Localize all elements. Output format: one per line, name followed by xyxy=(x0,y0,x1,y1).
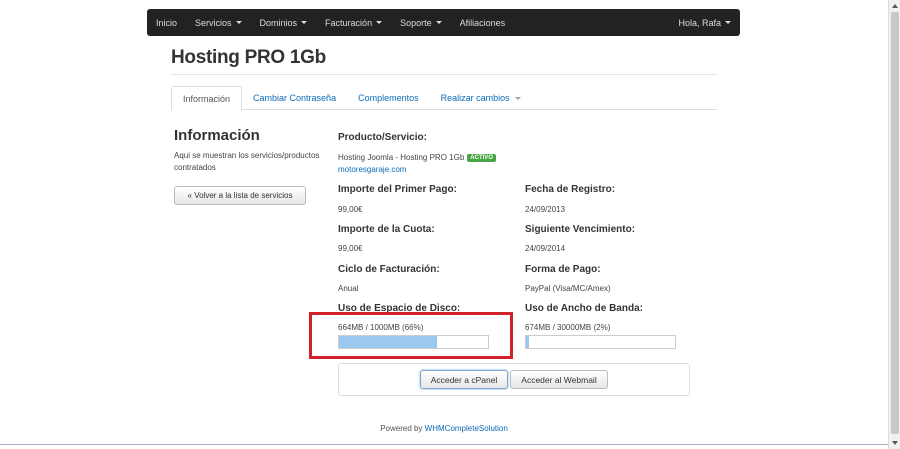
first-payment-label: Importe del Primer Pago: xyxy=(338,184,457,195)
bandwidth-usage-fill xyxy=(526,336,529,348)
nav-item-label: Inicio xyxy=(156,17,178,28)
registration-value: 24/09/2013 xyxy=(525,205,566,214)
nav-item-label: Dominios xyxy=(259,17,298,28)
sidebar-title: Información xyxy=(174,127,260,144)
nav-item-label: Servicios xyxy=(195,17,232,28)
tab-label: Complementos xyxy=(358,93,419,103)
nav-item-servicios[interactable]: Servicios xyxy=(186,9,251,36)
user-greeting: Hola, Rafa xyxy=(678,17,721,28)
vertical-scrollbar[interactable] xyxy=(888,0,900,449)
scroll-down-icon[interactable] xyxy=(889,437,900,448)
top-navbar: Inicio Servicios Dominios Facturación So… xyxy=(147,9,740,36)
access-cpanel-button[interactable]: Acceder a cPanel xyxy=(420,370,508,389)
client-area-page: Inicio Servicios Dominios Facturación So… xyxy=(0,0,900,449)
caret-down-icon xyxy=(435,21,442,24)
caret-down-icon xyxy=(725,21,731,24)
product-value: Hosting Joomla - Hosting PRO 1Gb xyxy=(338,153,465,162)
page-title: Hosting PRO 1Gb xyxy=(171,47,326,68)
title-divider xyxy=(171,74,717,75)
fee-label: Importe de la Cuota: xyxy=(338,224,435,235)
fee-value: 99,00€ xyxy=(338,244,363,253)
footer-prefix: Powered by xyxy=(380,424,423,433)
access-webmail-button[interactable]: Acceder al Webmail xyxy=(510,370,608,389)
scroll-up-icon[interactable] xyxy=(889,0,900,11)
highlight-box xyxy=(309,312,513,359)
bandwidth-usage-label: Uso de Ancho de Banda: xyxy=(525,303,643,314)
caret-down-icon xyxy=(376,21,383,24)
domain-link[interactable]: motoresgaraje.com xyxy=(338,165,406,174)
tab-label: Realizar cambios xyxy=(440,93,510,103)
next-due-label: Siguiente Vencimiento: xyxy=(525,224,636,235)
tab-label: Cambiar Contraseña xyxy=(253,93,337,103)
nav-item-facturacion[interactable]: Facturación xyxy=(316,9,391,36)
tab-realizar-cambios[interactable]: Realizar cambios xyxy=(430,86,532,110)
tab-bar: Información Cambiar Contraseña Complemen… xyxy=(171,86,717,111)
nav-item-afiliaciones[interactable]: Afiliaciones xyxy=(451,9,515,36)
nav-item-dominios[interactable]: Dominios xyxy=(251,9,317,36)
caret-down-icon xyxy=(235,21,242,24)
first-payment-value: 99,00€ xyxy=(338,205,363,214)
tab-label: Información xyxy=(183,93,231,104)
registration-label: Fecha de Registro: xyxy=(525,184,616,195)
nav-item-label: Afiliaciones xyxy=(459,17,506,28)
tab-complementos[interactable]: Complementos xyxy=(347,86,430,110)
footer: Powered by WHMCompleteSolution xyxy=(0,424,888,433)
billing-cycle-value: Anual xyxy=(338,284,359,293)
status-badge: ACTIVO xyxy=(467,154,496,162)
actions-panel: Acceder a cPanel Acceder al Webmail xyxy=(338,363,690,396)
next-due-value: 24/09/2014 xyxy=(525,244,566,253)
caret-down-icon xyxy=(301,21,308,24)
user-menu[interactable]: Hola, Rafa xyxy=(669,9,740,36)
bottom-divider xyxy=(0,444,888,445)
payment-method-value: PayPal (Visa/MC/Amex) xyxy=(525,284,611,293)
nav-item-label: Facturación xyxy=(325,17,373,28)
bandwidth-usage-value: 674MB / 30000MB (2%) xyxy=(525,323,611,332)
nav-item-soporte[interactable]: Soporte xyxy=(391,9,451,36)
billing-cycle-label: Ciclo de Facturación: xyxy=(338,264,440,275)
payment-method-label: Forma de Pago: xyxy=(525,264,601,275)
nav-item-label: Soporte xyxy=(400,17,432,28)
scroll-thumb[interactable] xyxy=(891,12,899,434)
caret-down-icon xyxy=(514,96,521,100)
sidebar-description: Aqui se muestran los servicios/productos… xyxy=(174,151,320,172)
tab-cambiar-contrasena[interactable]: Cambiar Contraseña xyxy=(242,86,347,110)
back-to-services-button[interactable]: « Volver a la lista de servicios xyxy=(174,186,306,205)
product-value-row: Hosting Joomla - Hosting PRO 1Gb ACTIVO xyxy=(338,153,496,162)
bandwidth-usage-bar xyxy=(525,335,676,349)
footer-link[interactable]: WHMCompleteSolution xyxy=(425,424,508,433)
nav-item-inicio[interactable]: Inicio xyxy=(147,9,186,36)
product-label: Producto/Servicio: xyxy=(338,132,427,143)
tab-informacion[interactable]: Información xyxy=(171,86,243,111)
